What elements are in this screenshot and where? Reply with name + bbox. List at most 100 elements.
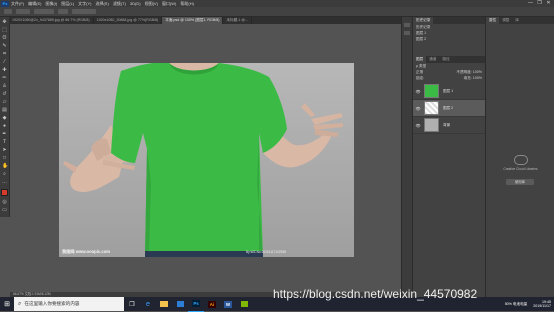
path-select-tool-icon[interactable]: ➤ bbox=[2, 148, 7, 153]
tab-history[interactable]: 历史记录 bbox=[413, 17, 434, 24]
option-control[interactable] bbox=[16, 9, 30, 14]
watermark-left: 我图网 www.ooopic.com bbox=[62, 249, 111, 254]
tshirt-photo[interactable] bbox=[59, 63, 354, 257]
tab-layers[interactable]: 图层 bbox=[413, 56, 427, 63]
window-controls: — ❐ ✕ bbox=[526, 0, 553, 7]
menu-image[interactable]: 图像(I) bbox=[45, 1, 57, 7]
tab-paths[interactable]: 路径 bbox=[439, 56, 452, 63]
close-button[interactable]: ✕ bbox=[544, 0, 553, 7]
quick-mask-icon[interactable]: ◎ bbox=[2, 200, 7, 205]
menu-filter[interactable]: 滤镜(T) bbox=[113, 1, 126, 7]
clone-stamp-tool-icon[interactable]: ♙ bbox=[2, 84, 7, 89]
menu-3d[interactable]: 3D(D) bbox=[130, 1, 141, 6]
document-tab[interactable]: 1920x1080_30888.jpg @ 77%(RGB/8) bbox=[94, 17, 163, 24]
taskbar-search[interactable]: ⌕ 在这里输入你要搜索的内容 bbox=[14, 297, 124, 311]
edge-browser-icon[interactable]: e bbox=[140, 297, 156, 311]
illustrator-taskbar-icon[interactable]: Ai bbox=[204, 297, 220, 311]
libraries-message: Creative Cloud Libraries bbox=[503, 167, 538, 171]
hand-tool-icon[interactable]: ✋ bbox=[2, 164, 8, 169]
healing-brush-tool-icon[interactable]: ✚ bbox=[2, 68, 7, 73]
type-tool-icon[interactable]: T bbox=[2, 140, 7, 145]
crop-tool-icon[interactable]: ⌗ bbox=[2, 52, 7, 57]
url-watermark: https://blog.csdn.net/weixin_44570982 bbox=[273, 287, 478, 301]
zoom-tool-icon[interactable]: ⌕ bbox=[2, 172, 7, 177]
tab-libraries[interactable]: 库 bbox=[512, 17, 522, 24]
pen-tool-icon[interactable]: ✒ bbox=[2, 132, 7, 137]
history-brush-tool-icon[interactable]: ↺ bbox=[2, 92, 7, 97]
gradient-tool-icon[interactable]: ▤ bbox=[2, 108, 7, 113]
more-tools-icon[interactable]: … bbox=[2, 180, 7, 185]
tab-adjustments[interactable]: 调整 bbox=[499, 17, 512, 24]
use-libraries-button[interactable]: 使用库 bbox=[506, 179, 534, 185]
watermark-right: By:WZ-No:20201117102938 bbox=[246, 250, 286, 254]
tab-properties[interactable]: 属性 bbox=[486, 17, 500, 24]
layers-panel: 历史记录 历史记录 图层 1 图层 2 图层 通道 路径 ρ 类型 正常 不透明… bbox=[412, 17, 485, 297]
layer-row[interactable]: 👁 图层 1 bbox=[413, 83, 485, 100]
option-control[interactable] bbox=[34, 9, 54, 14]
creative-cloud-icon bbox=[514, 155, 528, 165]
photoshop-taskbar-icon[interactable]: Ps bbox=[188, 297, 204, 312]
layer-name[interactable]: 图层 2 bbox=[443, 106, 453, 111]
marquee-tool-icon[interactable]: ⬚ bbox=[2, 28, 7, 33]
word-taskbar-icon[interactable]: W bbox=[220, 297, 236, 311]
menu-bar: Ps 文件(F) 编辑(E) 图像(I) 图层(L) 文字(Y) 选择(S) 滤… bbox=[0, 0, 554, 7]
document-tab[interactable]: 未标题-1 @... bbox=[223, 17, 253, 24]
search-input[interactable]: 在这里输入你要搜索的内容 bbox=[24, 301, 79, 307]
menu-edit[interactable]: 编辑(E) bbox=[28, 1, 41, 7]
history-panel-icon[interactable] bbox=[404, 23, 410, 27]
foreground-color-swatch[interactable] bbox=[1, 189, 8, 196]
tab-channels[interactable]: 通道 bbox=[426, 56, 439, 63]
document-tab[interactable]: 1920X1080@2x_9437889.jpg @ 66.7% (RGB/8) bbox=[9, 17, 94, 24]
layer-thumbnail bbox=[424, 118, 439, 132]
eye-icon[interactable]: 👁 bbox=[415, 123, 421, 128]
menu-view[interactable]: 视图(V) bbox=[145, 1, 158, 7]
menu-window[interactable]: 窗口(W) bbox=[162, 1, 176, 7]
battery-status[interactable]: 50% 电池电量 bbox=[505, 302, 528, 307]
move-tool-icon[interactable]: ✥ bbox=[2, 20, 7, 25]
menu-layer[interactable]: 图层(L) bbox=[61, 1, 74, 7]
menu-help[interactable]: 帮助(H) bbox=[180, 1, 194, 7]
eyedropper-tool-icon[interactable]: ⁄ bbox=[2, 60, 7, 65]
layer-thumbnail bbox=[424, 101, 439, 115]
right-panel-tabs: 属性 调整 库 bbox=[486, 17, 554, 24]
collapsed-panel-strip bbox=[401, 17, 412, 297]
menu-file[interactable]: 文件(F) bbox=[11, 1, 24, 7]
shape-tool-icon[interactable]: □ bbox=[2, 156, 7, 161]
store-icon[interactable] bbox=[172, 297, 188, 311]
search-icon: ⌕ bbox=[18, 300, 22, 307]
layer-row-selected[interactable]: 👁 图层 2 bbox=[413, 100, 485, 117]
tools-panel: ✥ ⬚ ʘ ✎ ⌗ ⁄ ✚ ✏ ♙ ↺ ▱ ▤ ◆ ● ✒ T ➤ □ ✋ ⌕ … bbox=[0, 17, 10, 217]
quick-select-tool-icon[interactable]: ✎ bbox=[2, 44, 7, 49]
brush-tool-icon[interactable]: ✏ bbox=[2, 76, 7, 81]
layers-list: 👁 图层 1 👁 图层 2 👁 背景 bbox=[413, 81, 485, 137]
maximize-button[interactable]: ❐ bbox=[535, 0, 544, 7]
option-control[interactable] bbox=[58, 9, 68, 14]
layer-name[interactable]: 图层 1 bbox=[443, 89, 453, 94]
option-control[interactable] bbox=[72, 9, 96, 14]
history-panel-tabs: 历史记录 bbox=[413, 17, 485, 24]
lasso-tool-icon[interactable]: ʘ bbox=[2, 36, 7, 41]
layer-name[interactable]: 背景 bbox=[443, 123, 450, 128]
minimize-button[interactable]: — bbox=[526, 0, 535, 7]
app-taskbar-icon[interactable] bbox=[236, 297, 252, 311]
eraser-tool-icon[interactable]: ▱ bbox=[2, 100, 7, 105]
menu-type[interactable]: 文字(Y) bbox=[78, 1, 91, 7]
properties-panel-icon[interactable] bbox=[404, 31, 410, 35]
menu-select[interactable]: 选择(S) bbox=[95, 1, 108, 7]
eye-icon[interactable]: 👁 bbox=[415, 89, 421, 94]
clock-date: 2019/11/17 bbox=[533, 304, 551, 308]
screen-mode-icon[interactable]: ▭ bbox=[2, 208, 7, 213]
document-tabs: 1920X1080@2x_9437889.jpg @ 66.7% (RGB/8)… bbox=[9, 17, 401, 24]
system-tray: 50% 电池电量 19:45 2019/11/17 bbox=[505, 297, 551, 311]
tool-preset-picker[interactable] bbox=[4, 9, 12, 14]
clock[interactable]: 19:45 2019/11/17 bbox=[533, 300, 551, 309]
file-explorer-icon[interactable] bbox=[156, 297, 172, 311]
blur-tool-icon[interactable]: ◆ bbox=[2, 116, 7, 121]
layer-row[interactable]: 👁 背景 bbox=[413, 117, 485, 134]
libraries-panel: 属性 调整 库 Creative Cloud Libraries 使用库 bbox=[485, 17, 554, 297]
document-tab-active[interactable]: 平面.psd @ 100% (图层1, RGB/8) bbox=[162, 17, 224, 24]
eye-icon[interactable]: 👁 bbox=[415, 106, 421, 111]
windows-start-icon[interactable]: ⊞ bbox=[0, 297, 14, 311]
task-view-icon[interactable]: ❒ bbox=[124, 297, 140, 311]
dodge-tool-icon[interactable]: ● bbox=[2, 124, 7, 129]
